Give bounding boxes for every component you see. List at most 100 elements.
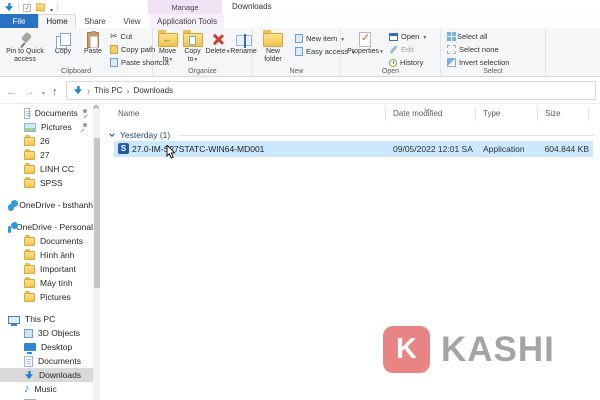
sidebar-item-pc-documents[interactable]: Documents [0,354,93,368]
select-none-icon [447,45,456,54]
sidebar-scrollbar-thumb[interactable] [93,138,100,288]
folder-icon [24,163,35,174]
sidebar-item-onedrive-bsthanh[interactable]: OneDrive - bsthanh [0,198,93,212]
new-folder-quick-icon[interactable] [35,2,46,12]
downloads-icon [25,370,33,380]
open-window-icon [389,32,398,41]
tab-file[interactable]: File [0,14,38,28]
sidebar-item-linh-cc[interactable]: LINH CC [0,162,93,176]
move-to-button[interactable]: ← Move to [155,29,180,64]
downloads-icon [5,3,13,12]
folder-icon [24,263,35,274]
sidebar-item-hinh-anh[interactable]: Hình ảnh [0,248,93,262]
tab-share[interactable]: Share [76,14,114,28]
column-header-size[interactable]: Size [545,104,561,122]
contextual-tab-header: Manage [148,0,222,14]
new-folder-button[interactable]: New folder [257,29,289,64]
sidebar-item-26[interactable]: 26 [0,134,93,148]
group-label-organize: Organize [188,68,217,75]
column-header-date-modified[interactable]: Date modified [393,104,442,122]
scissors-icon [110,31,118,42]
sidebar-item-important[interactable]: Important [0,262,93,276]
copy-to-button[interactable]: Copy to [180,29,205,64]
picture-icon [24,122,36,132]
tab-view[interactable]: View [114,14,150,28]
column-header-type[interactable]: Type [483,104,500,122]
sidebar-item-27[interactable]: 27 [0,148,93,162]
collapse-chevron-icon[interactable] [109,131,115,137]
group-header-yesterday[interactable]: Yesterday (1) [109,128,595,142]
sidebar-item-desktop[interactable]: Desktop [0,340,93,354]
sidebar-item-onedrive-personal[interactable]: OneDrive - Personal [0,220,93,234]
mouse-cursor [166,145,176,159]
ribbon-group-clipboard: Pin to Quick access Copy Paste Cut [0,28,169,76]
select-all-icon [447,32,451,36]
quick-access-toolbar [4,2,59,13]
column-divider[interactable] [588,106,589,121]
sidebar-item-may-tinh[interactable]: Máy tính [0,276,93,290]
sidebar-item-documents[interactable]: Documents [0,106,93,120]
music-note-icon [24,383,30,395]
folder-icon [24,135,35,146]
properties-quick-icon[interactable] [23,3,31,12]
column-divider[interactable] [385,106,386,121]
sidebar-item-spss[interactable]: SPSS [0,176,93,190]
copy-button[interactable]: Copy [48,29,78,64]
file-row-selected[interactable]: S 27.0-IM-S27STATC-WIN64-MD001 09/05/202… [114,141,593,157]
select-all-button[interactable]: Select all [447,30,509,43]
kashi-logo-badge: K [383,326,430,373]
3d-objects-icon [24,328,33,338]
sidebar-item-music[interactable]: Music [0,382,93,396]
column-divider[interactable] [537,106,538,121]
file-explorer-window: Manage Downloads File Home Share View Ap… [0,0,600,400]
sidebar-item-pc-pictures[interactable]: Pictures [0,396,93,400]
back-button[interactable] [6,82,17,100]
tab-home[interactable]: Home [38,14,76,28]
sidebar-item-od-pictures[interactable]: Pictures [0,290,93,304]
sidebar-item-downloads[interactable]: Downloads [0,368,93,382]
breadcrumb-this-pc[interactable]: This PC [94,86,122,95]
easy-access-icon [295,47,303,56]
sidebar-item-this-pc[interactable]: This PC [0,312,93,326]
ribbon-group-open: Properties Open Edit History Open [341,28,441,76]
divider [57,3,59,12]
file-size: 604.844 KB [544,144,589,154]
select-none-button[interactable]: Select none [447,43,509,56]
sidebar-item-pictures[interactable]: Pictures [0,120,93,134]
navigation-pane: Documents Pictures 26 27 LINH CC SPSS On… [0,104,93,400]
computer-icon [8,315,20,326]
copy-path-icon [110,45,118,54]
tab-application-tools[interactable]: Application Tools [150,14,224,28]
edit-button[interactable]: Edit [389,43,426,56]
up-button[interactable] [52,82,58,100]
clipboard-icon [87,30,99,48]
sidebar-item-3d-objects[interactable]: 3D Objects [0,326,93,340]
invert-selection-icon [447,58,456,67]
folder-icon [24,249,35,260]
new-item-icon [295,34,303,43]
folder-icon [24,149,35,160]
new-folder-icon [263,30,283,47]
title-bar: Manage Downloads [0,0,600,14]
breadcrumb-chevron-icon [126,86,129,96]
pencil-icon [389,45,398,54]
pin-to-quick-access-button[interactable]: Pin to Quick access [2,29,48,64]
properties-button[interactable]: Properties [347,29,383,56]
recent-locations-icon[interactable] [42,82,45,100]
folder-icon [24,277,35,288]
delete-button[interactable]: Delete [205,29,230,64]
onedrive-cloud-icon [8,200,19,211]
scroll-up-icon[interactable] [93,105,99,111]
dropdown-caret-icon [169,56,173,63]
open-button[interactable]: Open [389,30,426,43]
copy-to-folder-icon [182,30,203,47]
forward-button[interactable] [24,82,35,100]
column-divider[interactable] [475,106,476,121]
sidebar-scrollbar[interactable] [93,104,100,400]
paste-button[interactable]: Paste [78,29,108,64]
column-header-name[interactable]: Name [118,104,139,122]
sidebar-item-od-documents[interactable]: Documents [0,234,93,248]
address-bar[interactable]: This PC Downloads [66,81,596,100]
breadcrumb-downloads[interactable]: Downloads [133,86,173,95]
folder-icon [24,235,35,246]
